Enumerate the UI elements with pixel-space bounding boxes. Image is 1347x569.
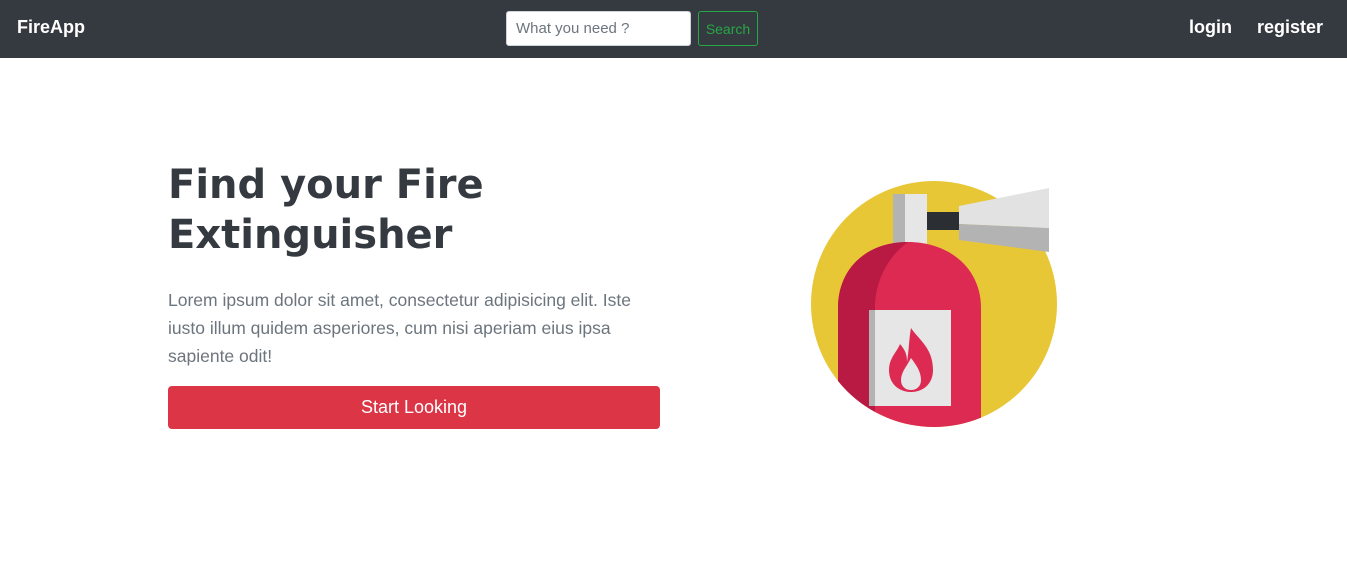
brand-logo[interactable]: FireApp xyxy=(17,16,85,38)
search-input[interactable] xyxy=(506,11,691,46)
start-looking-button[interactable]: Start Looking xyxy=(168,386,660,429)
search-button[interactable]: Search xyxy=(698,11,758,46)
hero-title: Find your Fire Extinguisher xyxy=(168,162,484,258)
navbar: FireApp Search login register xyxy=(0,0,1347,58)
fire-extinguisher-icon xyxy=(805,180,1065,435)
hero-description: Lorem ipsum dolor sit amet, consectetur … xyxy=(168,290,631,366)
register-link[interactable]: register xyxy=(1257,16,1323,38)
login-link[interactable]: login xyxy=(1189,16,1232,38)
